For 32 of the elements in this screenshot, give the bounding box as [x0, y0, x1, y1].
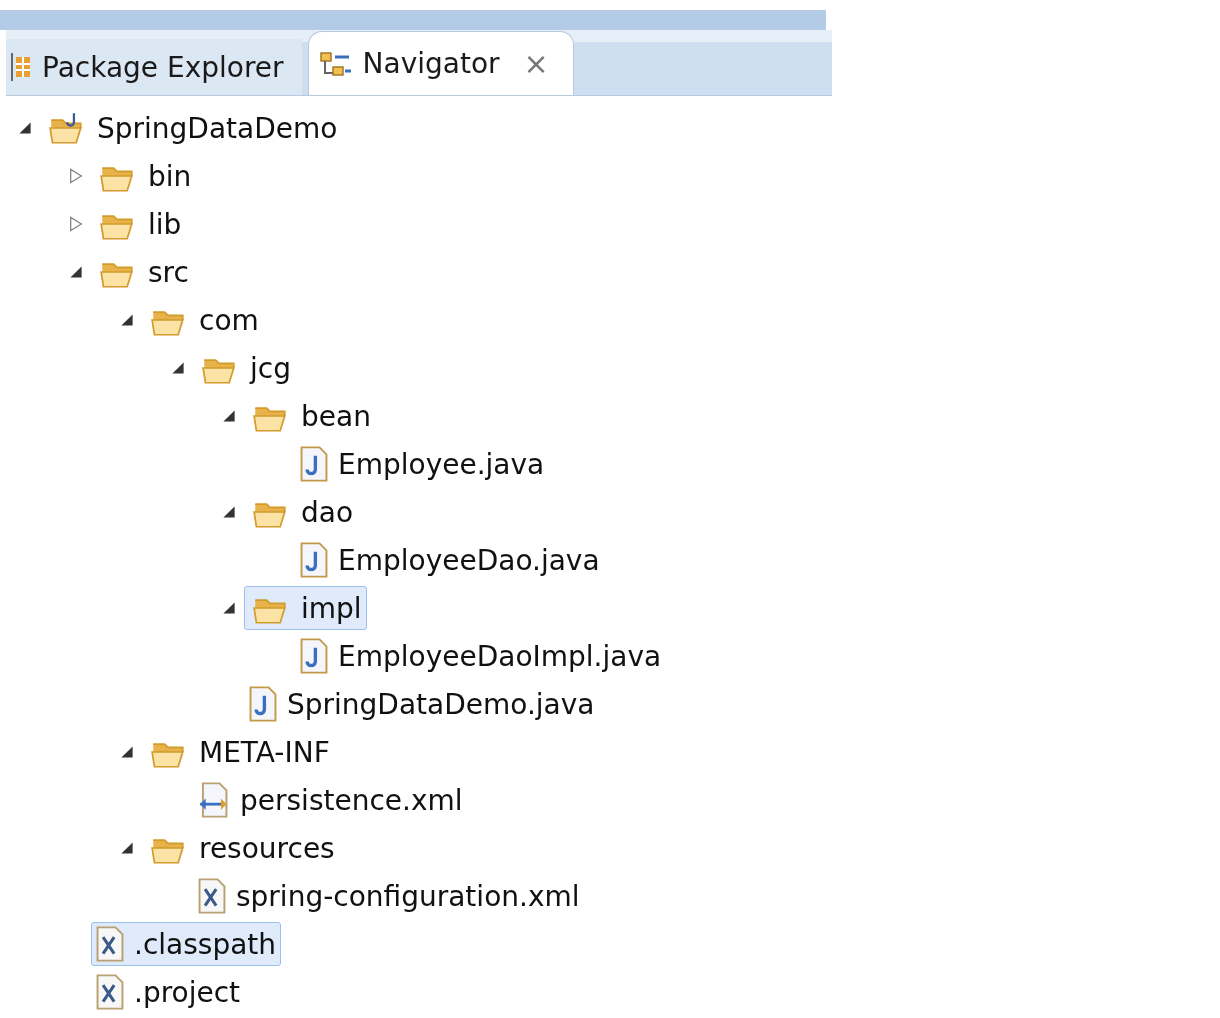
tree-item[interactable]: resources [142, 826, 340, 870]
tree-item[interactable]: EmployeeDao.java [295, 538, 605, 582]
navigator-icon [318, 50, 353, 77]
xml-file-icon [96, 926, 124, 962]
tree-item[interactable]: SpringDataDemo.java [244, 682, 600, 726]
tree-item[interactable]: bean [244, 394, 376, 438]
xml-file-icon [198, 878, 226, 914]
tree-item[interactable]: EmployeeDaoImpl.java [295, 634, 667, 678]
persistence-file-icon [198, 782, 230, 818]
java-file-icon [300, 638, 328, 674]
tree-item[interactable]: .classpath [91, 922, 282, 966]
tree-item[interactable]: spring-configuration.xml [193, 874, 585, 918]
tree-item[interactable]: dao [244, 490, 359, 534]
tree-item[interactable]: persistence.xml [193, 778, 468, 822]
java-file-icon [249, 686, 277, 722]
view-tab[interactable]: Navigator × [307, 31, 574, 95]
tree-item[interactable]: src [91, 250, 194, 294]
tree-item[interactable]: jcg [193, 346, 296, 390]
tree-item[interactable]: META-INF [142, 730, 335, 774]
tree-item[interactable]: SpringDataDemo [40, 106, 343, 150]
xml-file-icon [96, 974, 124, 1010]
tree-item[interactable]: Employee.java [295, 442, 550, 486]
view-tab[interactable]: Package Explorer [6, 39, 302, 95]
close-icon[interactable]: × [523, 46, 549, 81]
java-file-icon [300, 446, 328, 482]
package-explorer-icon [10, 53, 32, 81]
tree-item[interactable]: .project [91, 970, 246, 1014]
tree-item[interactable]: impl [244, 586, 367, 630]
java-file-icon [300, 542, 328, 578]
tree-item[interactable]: lib [91, 202, 187, 246]
tree-item[interactable]: bin [91, 154, 197, 198]
tree-item[interactable]: com [142, 298, 264, 342]
